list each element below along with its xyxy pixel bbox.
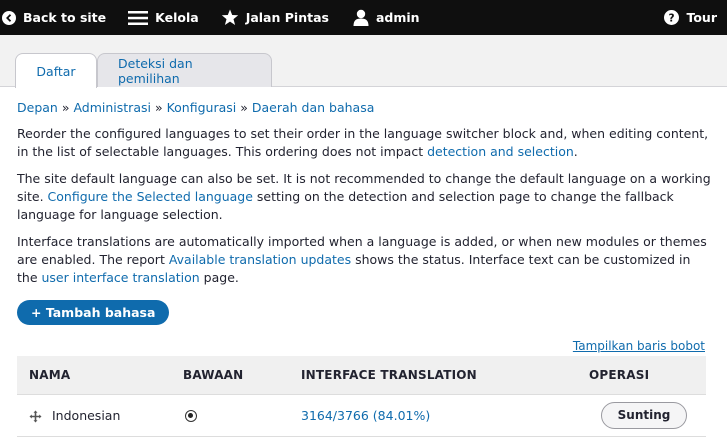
breadcrumb-separator: » [61,100,74,115]
drag-handle-icon[interactable] [29,410,42,423]
breadcrumb-configuration[interactable]: Konfigurasi [167,100,237,115]
tab-detection-selection[interactable]: Deteksi dan pemilihan [97,53,272,87]
translation-updates-link[interactable]: Available translation updates [169,252,351,267]
breadcrumb: Depan » Administrasi » Konfigurasi » Dae… [17,100,712,118]
column-header-name: NAMA [17,356,183,395]
help-icon: ? [664,10,680,25]
hamburger-icon [128,10,149,26]
user-label: admin [375,10,420,25]
operations-cell: Sunting [589,394,706,437]
tour-button[interactable]: ? Tour [664,0,727,35]
svg-text:?: ? [669,12,675,24]
description-paragraph-3: Interface translations are automatically… [17,233,712,287]
languages-table: NAMA BAWAAN INTERFACE TRANSLATION OPERAS… [17,356,706,437]
translation-cell: 3164/3766 (84.01%) [301,394,589,437]
breadcrumb-separator: » [240,100,252,115]
language-name: Indonesian [52,407,121,423]
default-cell [183,394,301,437]
language-name-cell: Indonesian [17,394,183,437]
shortcuts-label: Jalan Pintas [245,10,329,25]
description-paragraph-2: The site default language can also be se… [17,170,712,224]
description-paragraph-1: Reorder the configured languages to set … [17,125,712,161]
tab-list[interactable]: Daftar [15,53,97,88]
description-text: page. [199,270,239,285]
configure-selected-language-link[interactable]: Configure the Selected language [48,189,253,204]
breadcrumb-administration[interactable]: Administrasi [73,100,151,115]
manage-label: Kelola [155,10,199,25]
table-row: Indonesian 3164/3766 (84.01%) Sunting [17,394,706,437]
admin-toolbar: Back to site Kelola Jalan Pintas admin ?… [0,0,727,35]
user-menu[interactable]: admin [353,0,432,35]
star-icon [221,9,239,26]
back-to-site-link[interactable]: Back to site [0,0,118,35]
column-header-operations: OPERASI [589,356,706,395]
user-icon [353,9,369,26]
manage-menu[interactable]: Kelola [128,0,211,35]
default-language-radio[interactable] [185,410,197,422]
user-interface-translation-link[interactable]: user interface translation [42,270,200,285]
add-language-button[interactable]: + Tambah bahasa [17,300,170,325]
tour-label: Tour [686,10,717,25]
description-text: . [573,144,578,159]
main-content: Depan » Administrasi » Konfigurasi » Dae… [17,100,712,287]
detection-selection-link[interactable]: detection and selection [427,144,574,159]
shortcuts-menu[interactable]: Jalan Pintas [221,0,341,35]
back-to-site-label: Back to site [23,10,107,25]
description-text: Reorder the configured languages to set … [17,126,709,159]
translation-status-link[interactable]: 3164/3766 (84.01%) [301,408,430,423]
primary-tabs: Daftar Deteksi dan pemilihan [0,35,727,88]
chevron-left-circle-icon [2,10,16,25]
column-header-default: BAWAAN [183,356,301,395]
table-header-row: NAMA BAWAAN INTERFACE TRANSLATION OPERAS… [17,356,706,395]
breadcrumb-separator: » [154,100,167,115]
breadcrumb-regional-language[interactable]: Daerah dan bahasa [252,100,375,115]
show-row-weights-link[interactable]: Tampilkan baris bobot [573,339,705,353]
column-header-interface-translation: INTERFACE TRANSLATION [301,356,589,395]
breadcrumb-home[interactable]: Depan [17,100,58,115]
edit-button[interactable]: Sunting [601,401,687,429]
